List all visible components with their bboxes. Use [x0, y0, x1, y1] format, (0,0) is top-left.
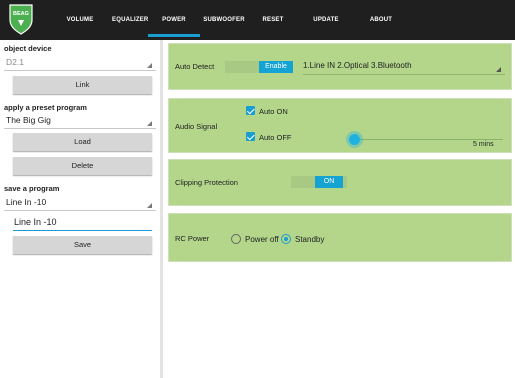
auto-detect-source-value: 1.Line IN 2.Optical 3.Bluetooth [303, 61, 412, 70]
clipping-protection-label: Clipping Protection [175, 178, 238, 187]
auto-detect-label: Auto Detect [175, 62, 215, 71]
save-program-label: save a program [4, 184, 60, 193]
delete-button[interactable]: Delete [13, 157, 152, 175]
spinner-arrow-icon [147, 121, 152, 126]
standby-radio[interactable] [281, 234, 291, 244]
preset-program-label: apply a preset program [4, 103, 87, 112]
audio-signal-panel: Audio Signal Auto ON Auto OFF 5 mins [168, 98, 512, 153]
brand-logo-icon: BEAG [9, 4, 33, 35]
preset-program-value: The Big Gig [6, 115, 51, 125]
object-device-value: D2.1 [6, 57, 24, 67]
standby-label: Standby [295, 235, 325, 244]
auto-off-timer-value: 5 mins [473, 141, 494, 148]
power-off-radio[interactable] [231, 234, 241, 244]
tab-reset-label: RESET [262, 17, 284, 23]
program-sidebar: object device D2.1 Link apply a preset p… [0, 40, 160, 378]
tab-about[interactable]: ABOUT [354, 0, 408, 40]
tab-equalizer[interactable]: EQUALIZER [112, 0, 148, 40]
spinner-arrow-icon [147, 63, 152, 68]
power-off-label: Power off [245, 235, 279, 244]
link-button[interactable]: Link [13, 76, 152, 94]
save-button[interactable]: Save [13, 236, 152, 254]
auto-detect-enable-toggle[interactable]: Enable [259, 61, 293, 73]
tab-update[interactable]: UPDATE [298, 0, 354, 40]
object-device-label: object device [4, 44, 52, 53]
tab-equalizer-label: EQUALIZER [112, 17, 149, 23]
auto-on-checkbox[interactable] [246, 106, 255, 115]
auto-detect-source-spinner[interactable]: 1.Line IN 2.Optical 3.Bluetooth [303, 58, 505, 75]
tab-subwoofer[interactable]: SUBWOOFER [200, 0, 248, 40]
spinner-arrow-icon [496, 67, 501, 72]
rc-power-label: RC Power [175, 234, 210, 243]
clipping-on-toggle[interactable]: ON [315, 176, 343, 188]
auto-off-checkbox[interactable] [246, 132, 255, 141]
auto-off-timer-thumb[interactable] [349, 134, 360, 145]
spinner-arrow-icon [147, 203, 152, 208]
save-program-spinner[interactable]: Line In -10 [4, 195, 156, 211]
tab-volume-label: VOLUME [66, 17, 94, 23]
auto-off-label: Auto OFF [259, 133, 292, 142]
preset-program-spinner[interactable]: The Big Gig [4, 113, 156, 129]
save-program-spinner-value: Line In -10 [6, 197, 47, 207]
top-nav-bar: BEAG VOLUME EQUALIZER POWER SUBWOOFER RE… [0, 0, 515, 40]
tab-about-label: ABOUT [369, 17, 393, 23]
tab-power[interactable]: POWER [148, 0, 200, 40]
tab-volume[interactable]: VOLUME [48, 0, 112, 40]
program-name-input[interactable]: Line In -10 [13, 215, 152, 231]
panel-divider [160, 40, 163, 378]
auto-detect-panel: Auto Detect Enable 1.Line IN 2.Optical 3… [168, 43, 512, 90]
tab-update-label: UPDATE [313, 17, 339, 23]
brand-logo-text: BEAG [13, 11, 29, 17]
object-device-spinner[interactable]: D2.1 [4, 55, 156, 71]
load-button[interactable]: Load [13, 133, 152, 151]
auto-off-timer-track[interactable] [355, 139, 503, 140]
audio-signal-label: Audio Signal [175, 122, 218, 131]
tab-power-label: POWER [162, 17, 186, 23]
tab-subwoofer-label: SUBWOOFER [203, 17, 245, 23]
tab-reset[interactable]: RESET [248, 0, 298, 40]
clipping-protection-panel: Clipping Protection ON [168, 159, 512, 206]
auto-on-label: Auto ON [259, 107, 288, 116]
rc-power-panel: RC Power Power off Standby [168, 213, 512, 262]
